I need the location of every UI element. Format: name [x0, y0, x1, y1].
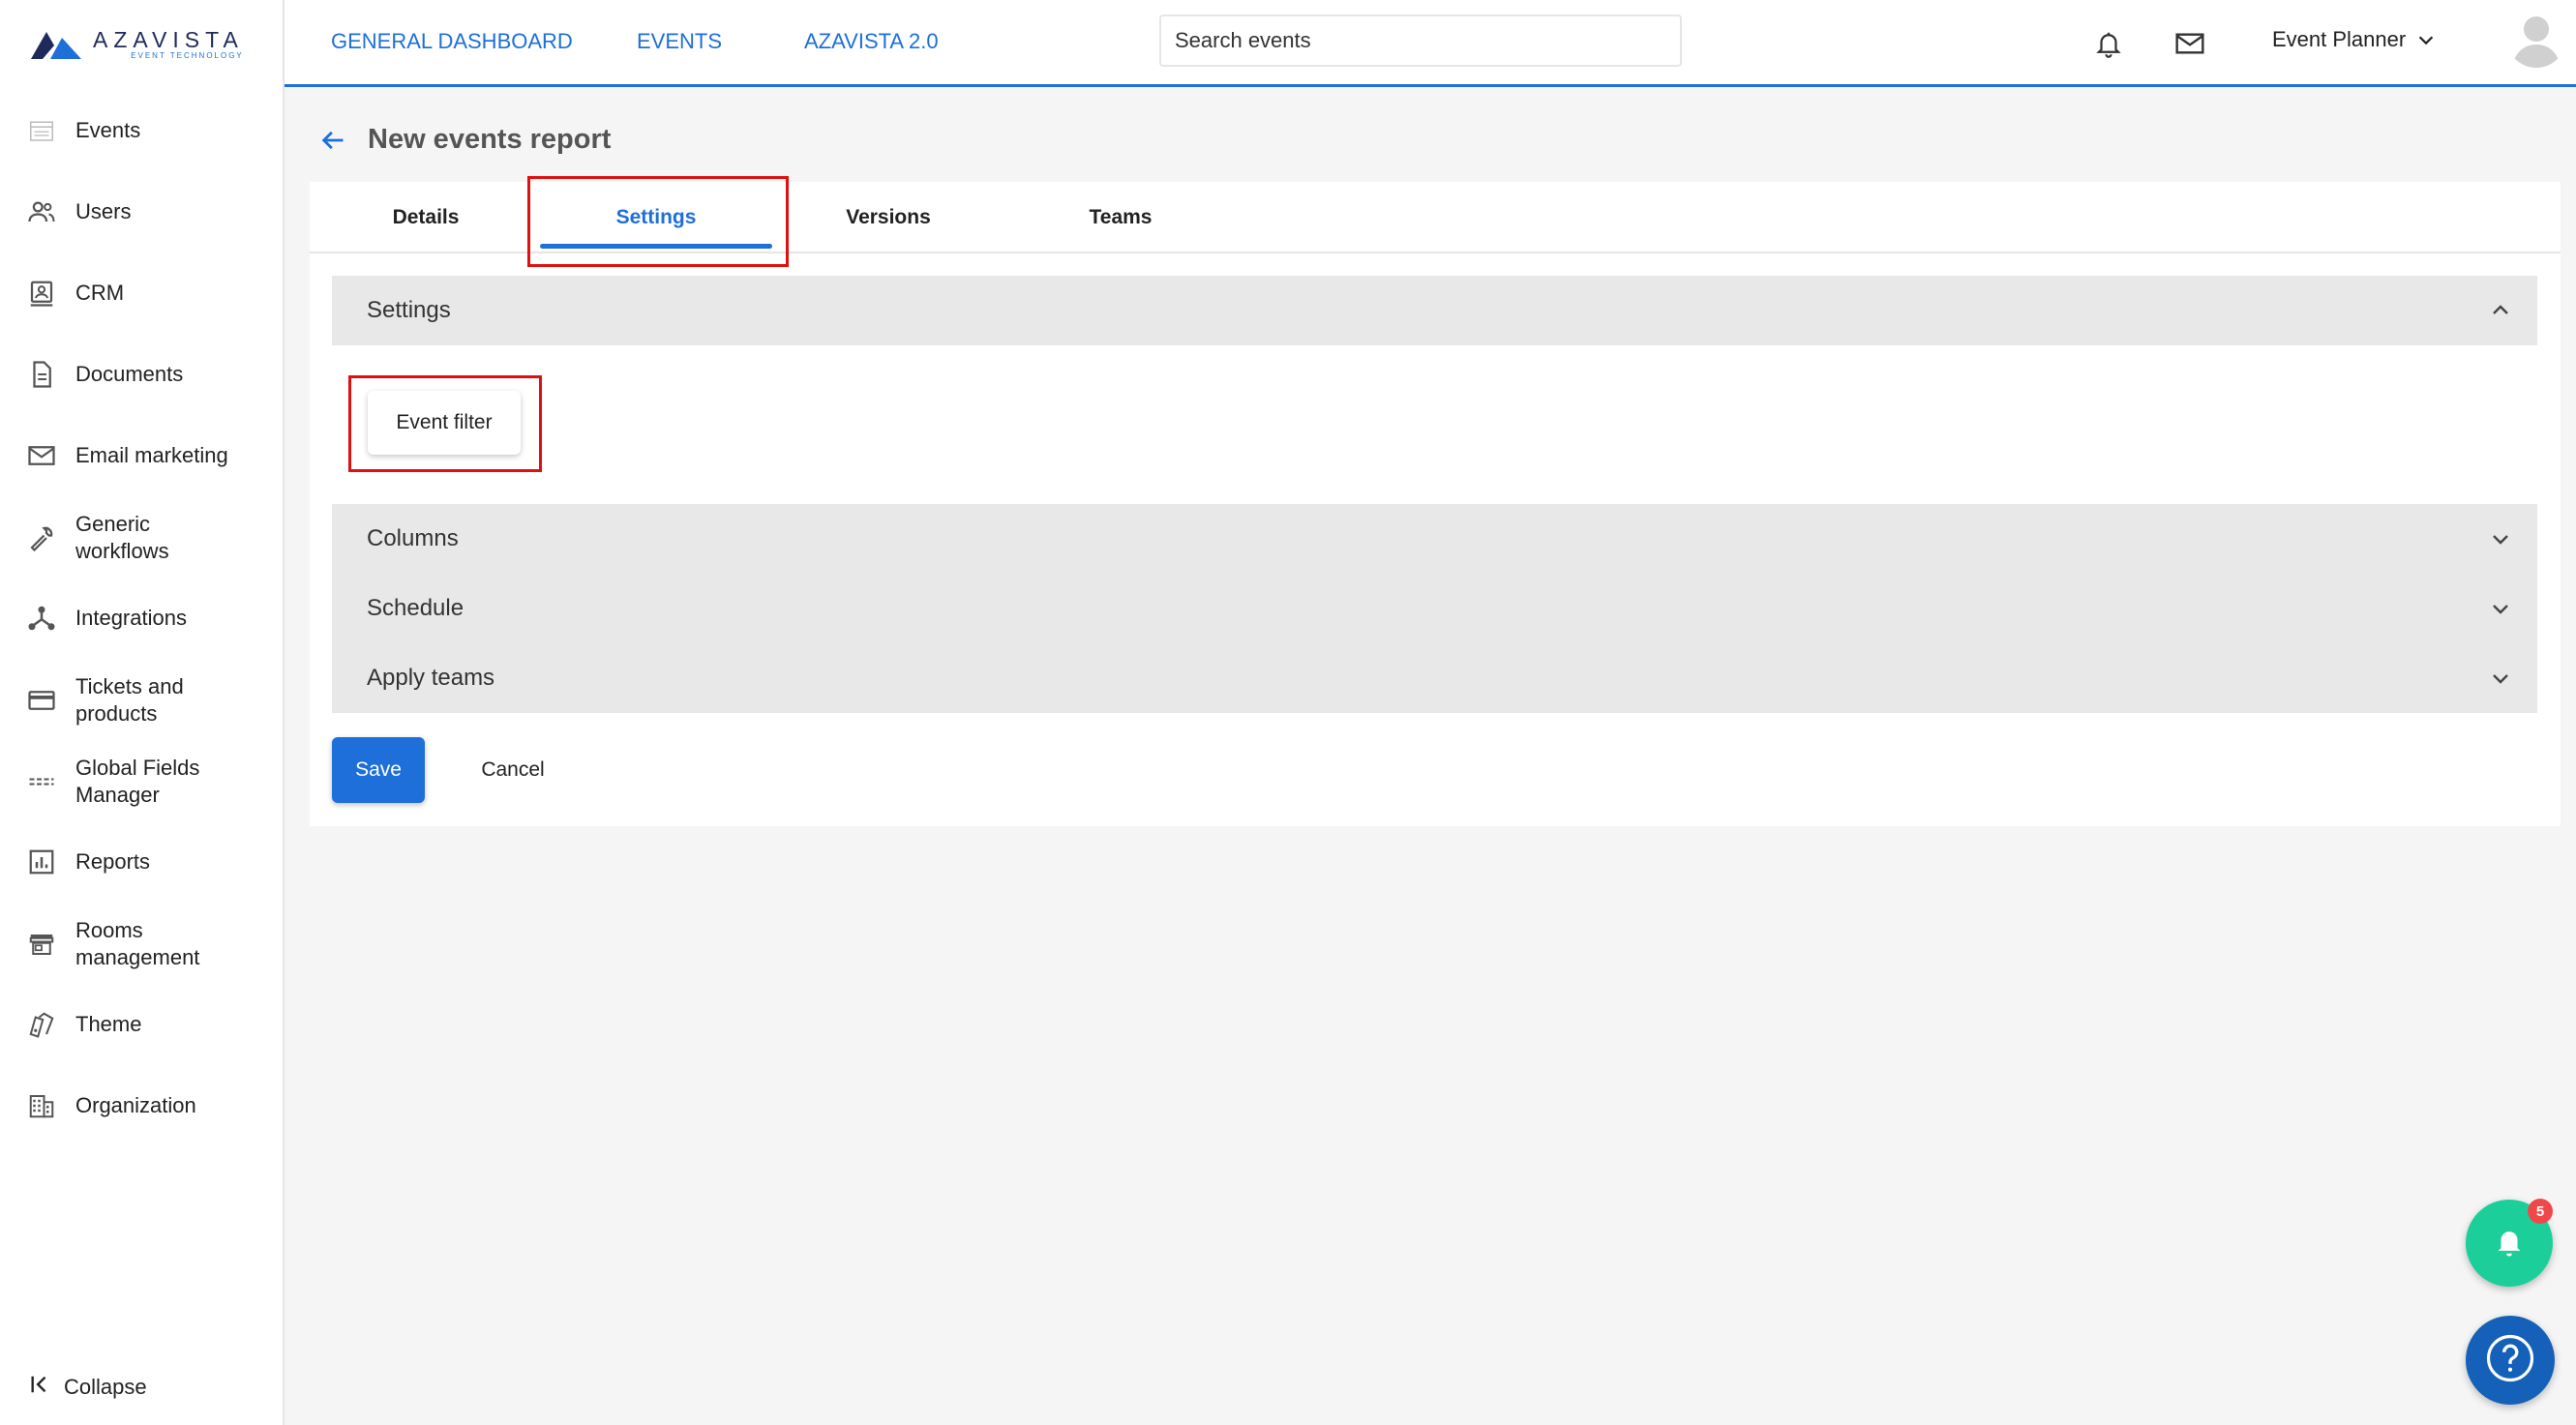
chevron-up-icon [2493, 305, 2508, 314]
sidebar-item-rooms-management[interactable]: Rooms management [0, 915, 283, 973]
tab-details[interactable]: Details [310, 182, 542, 253]
collapse-icon [29, 1374, 50, 1400]
logo-name: AZAVISTA [93, 27, 244, 52]
calendar-list-icon [25, 114, 58, 147]
users-icon [25, 195, 58, 228]
user-role-menu[interactable]: Event Planner [2272, 27, 2437, 52]
share-nodes-icon [25, 602, 58, 635]
event-filter-button[interactable]: Event filter [368, 391, 521, 455]
sidebar-item-users[interactable]: Users [0, 195, 283, 228]
page-header: New events report [319, 124, 611, 156]
store-icon [25, 928, 58, 961]
tab-settings[interactable]: Settings [540, 182, 772, 253]
back-arrow-icon[interactable] [319, 127, 346, 154]
logo-tagline: EVENT TECHNOLOGY [131, 51, 244, 60]
help-fab[interactable] [2466, 1316, 2555, 1405]
nav-link-azavista-2[interactable]: AZAVISTA 2.0 [804, 29, 939, 54]
palette-icon [25, 1008, 58, 1041]
sidebar-item-integrations[interactable]: Integrations [0, 602, 283, 635]
chevron-down-icon [2493, 674, 2508, 684]
sidebar-item-global-fields-manager[interactable]: Global Fields Manager [0, 753, 283, 811]
report-card: Details Settings Versions Teams Settings… [310, 176, 2561, 826]
sidebar-item-label: Theme [75, 1012, 142, 1036]
sidebar-item-label: CRM [75, 281, 125, 305]
question-mark-icon [2484, 1332, 2536, 1389]
sidebar-item-email-marketing[interactable]: Email marketing [0, 439, 283, 472]
mail-icon[interactable] [2172, 25, 2208, 62]
page-title: New events report [368, 124, 612, 155]
tab-versions[interactable]: Versions [772, 182, 1004, 253]
chevron-down-icon [2493, 535, 2508, 545]
mail-icon [25, 439, 58, 472]
schedule-section-header[interactable]: Schedule [332, 574, 2537, 643]
nav-link-general-dashboard[interactable]: GENERAL DASHBOARD [331, 29, 573, 54]
sidebar-item-tickets-and-products[interactable]: Tickets and products [0, 671, 283, 729]
tab-teams[interactable]: Teams [1004, 182, 1237, 253]
section-title: Apply teams [367, 665, 495, 691]
collapse-sidebar-button[interactable]: Collapse [29, 1374, 147, 1400]
apply-teams-section-header[interactable]: Apply teams [332, 643, 2537, 713]
columns-section-header[interactable]: Columns [332, 504, 2537, 574]
avatar[interactable] [2506, 8, 2566, 68]
cancel-button[interactable]: Cancel [455, 737, 571, 803]
top-bar: GENERAL DASHBOARD EVENTS AZAVISTA 2.0 Ev… [285, 0, 2576, 87]
chevron-down-icon [2415, 29, 2437, 50]
sidebar-item-label: Tickets and products [75, 674, 184, 726]
sidebar: AZAVISTA EVENT TECHNOLOGY Events Users C… [0, 0, 285, 1425]
sidebar-item-documents[interactable]: Documents [0, 358, 283, 391]
sidebar-item-label: Reports [75, 849, 151, 874]
credit-card-icon [25, 684, 58, 717]
sidebar-item-label: Rooms management [75, 918, 200, 969]
sidebar-item-theme[interactable]: Theme [0, 1008, 283, 1041]
chevron-down-icon [2493, 605, 2508, 614]
sidebar-item-label: Users [75, 199, 132, 223]
wrench-icon [25, 521, 58, 554]
notification-count-badge: 5 [2528, 1199, 2553, 1224]
sidebar-item-label: Generic workflows [75, 512, 169, 563]
user-role-label: Event Planner [2272, 27, 2407, 51]
tab-bar: Details Settings Versions Teams [310, 182, 2561, 253]
azavista-logo[interactable]: AZAVISTA EVENT TECHNOLOGY [29, 23, 261, 66]
collapse-label: Collapse [64, 1374, 147, 1399]
search-input[interactable] [1159, 15, 1682, 67]
settings-section-header[interactable]: Settings [332, 276, 2537, 345]
sidebar-item-events[interactable]: Events [0, 114, 283, 147]
sidebar-item-label: Organization [75, 1093, 196, 1117]
bell-icon[interactable] [2090, 25, 2127, 62]
sidebar-item-crm[interactable]: CRM [0, 277, 283, 310]
sidebar-item-generic-workflows[interactable]: Generic workflows [0, 509, 283, 567]
save-button[interactable]: Save [332, 737, 425, 803]
sidebar-item-label: Integrations [75, 606, 187, 630]
document-icon [25, 358, 58, 391]
sidebar-item-label: Documents [75, 362, 184, 386]
building-icon [25, 1089, 58, 1122]
section-title: Settings [367, 297, 451, 323]
section-title: Schedule [367, 595, 464, 621]
active-tab-indicator [540, 244, 772, 249]
azavista-logo-mark [31, 32, 81, 59]
nav-link-events[interactable]: EVENTS [637, 29, 722, 54]
section-title: Columns [367, 525, 459, 551]
contact-card-icon [25, 277, 58, 310]
sidebar-item-reports[interactable]: Reports [0, 846, 283, 878]
sidebar-item-label: Email marketing [75, 443, 228, 467]
sidebar-item-organization[interactable]: Organization [0, 1089, 283, 1122]
fields-icon [25, 765, 58, 798]
bar-chart-icon [25, 846, 58, 878]
bell-icon [2493, 1225, 2526, 1262]
sidebar-item-label: Events [75, 118, 141, 142]
sidebar-item-label: Global Fields Manager [75, 756, 200, 807]
